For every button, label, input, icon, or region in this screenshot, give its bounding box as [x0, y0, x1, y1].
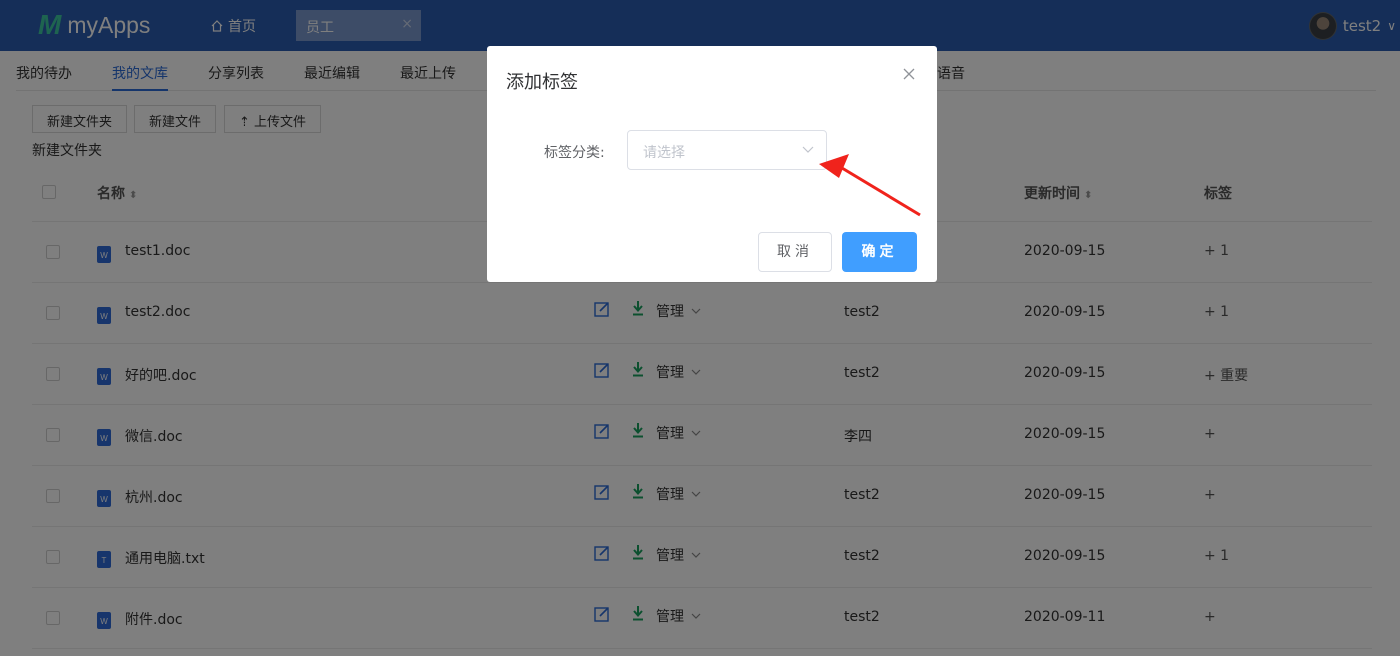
tag-category-select[interactable]: 请选择 [627, 130, 827, 170]
cancel-button[interactable]: 取消 [758, 232, 832, 272]
close-icon[interactable] [903, 68, 915, 80]
confirm-button[interactable]: 确定 [842, 232, 917, 272]
select-placeholder: 请选择 [643, 145, 685, 161]
tag-category-label: 标签分类: [544, 145, 605, 161]
chevron-down-icon [802, 146, 814, 153]
dialog-title: 添加标签 [506, 72, 578, 93]
annotation-arrow-icon [819, 154, 921, 217]
